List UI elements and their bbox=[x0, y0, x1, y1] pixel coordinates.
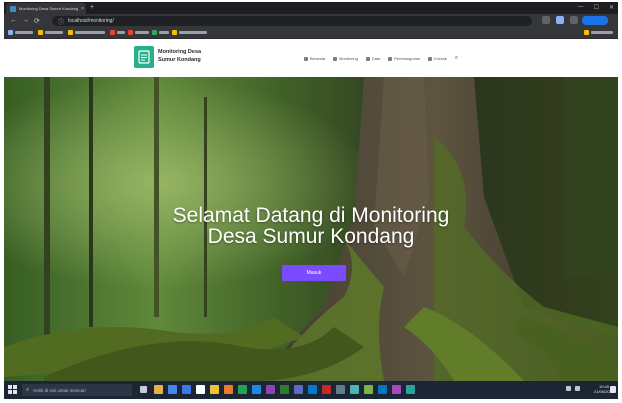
folder-icon bbox=[584, 30, 589, 35]
taskbar-search-input[interactable]: ⌕ Ketik di sini untuk mencari bbox=[22, 384, 132, 396]
system-tray bbox=[566, 386, 580, 391]
notification-icon[interactable] bbox=[610, 386, 616, 393]
browser-tab[interactable]: Monitoring Desa Sumur Kondang × bbox=[6, 3, 86, 14]
address-bar[interactable]: ⓘ localhost/monitoring/ bbox=[52, 16, 532, 26]
browser-tabstrip: Monitoring Desa Sumur Kondang × + — ☐ ✕ bbox=[4, 2, 618, 14]
bookmark-icon bbox=[152, 30, 157, 35]
bookmark-item[interactable] bbox=[128, 30, 149, 35]
monitor-icon bbox=[333, 56, 338, 61]
file-explorer-icon[interactable] bbox=[154, 385, 163, 394]
nav-item-pembangunan[interactable]: Pembangunan bbox=[388, 56, 420, 61]
app-icon[interactable] bbox=[322, 385, 331, 394]
window-controls: — ☐ ✕ bbox=[578, 4, 614, 11]
site-brand[interactable]: Monitoring Desa Sumur Kondang bbox=[158, 48, 201, 64]
new-tab-button[interactable]: + bbox=[90, 4, 94, 11]
cta-button[interactable]: Masuk bbox=[282, 265, 346, 281]
address-url[interactable]: localhost/monitoring/ bbox=[68, 18, 114, 24]
bookmarks-bar bbox=[4, 28, 618, 39]
extension-icon[interactable] bbox=[542, 16, 550, 24]
app-icon[interactable] bbox=[294, 385, 303, 394]
favicon-icon bbox=[10, 5, 16, 12]
site-nav: Beranda Monitoring Data Pembangunan Kont… bbox=[304, 55, 458, 62]
tab-close-icon[interactable]: × bbox=[81, 6, 84, 12]
folder-icon[interactable] bbox=[210, 385, 219, 394]
hero-title-line-1: Selamat Datang di Monitoring bbox=[172, 204, 450, 227]
maximize-button[interactable]: ☐ bbox=[594, 4, 599, 11]
taskbar-search-placeholder: Ketik di sini untuk mencari bbox=[33, 387, 86, 393]
taskbar: ⌕ Ketik di sini untuk mencari 10:45 21/0… bbox=[4, 381, 618, 399]
store-icon[interactable] bbox=[196, 385, 205, 394]
bookmark-item[interactable] bbox=[110, 30, 125, 35]
tab-title: Monitoring Desa Sumur Kondang bbox=[19, 6, 79, 11]
bookmark-icon bbox=[128, 30, 133, 35]
bookmark-icon bbox=[110, 30, 115, 35]
app-icon[interactable] bbox=[378, 385, 387, 394]
search-icon[interactable]: ⌕ bbox=[455, 55, 458, 62]
app-icon[interactable] bbox=[238, 385, 247, 394]
hero-title: Selamat Datang di Monitoring Desa Sumur … bbox=[4, 205, 618, 247]
extension-icon[interactable] bbox=[570, 16, 578, 24]
brand-line-1: Monitoring Desa bbox=[158, 49, 202, 55]
app-icon[interactable] bbox=[336, 385, 345, 394]
extension-icon[interactable] bbox=[556, 16, 564, 24]
apps-icon bbox=[8, 30, 13, 35]
bookmark-icon bbox=[68, 30, 73, 35]
nav-item-kontak[interactable]: Kontak bbox=[428, 56, 447, 61]
screen: Monitoring Desa Sumur Kondang × + — ☐ ✕ … bbox=[4, 2, 618, 399]
edge-icon[interactable] bbox=[182, 385, 191, 394]
brand-line-2: Sumur Kondang bbox=[158, 57, 201, 63]
home-icon bbox=[304, 56, 308, 61]
nav-item-data[interactable]: Data bbox=[365, 56, 380, 61]
site-header: Monitoring Desa Sumur Kondang Beranda Mo… bbox=[4, 39, 618, 77]
hero-section: Selamat Datang di Monitoring Desa Sumur … bbox=[4, 77, 618, 381]
build-icon bbox=[388, 56, 393, 61]
app-icon[interactable] bbox=[266, 385, 275, 394]
bookmark-item[interactable] bbox=[584, 30, 613, 35]
contact-icon bbox=[428, 56, 433, 61]
data-icon bbox=[365, 56, 370, 61]
bookmark-icon bbox=[172, 30, 177, 35]
bookmark-item[interactable] bbox=[8, 30, 33, 35]
start-button[interactable] bbox=[8, 385, 17, 394]
site-info-icon[interactable]: ⓘ bbox=[58, 17, 64, 26]
app-icon[interactable] bbox=[224, 385, 233, 394]
app-icon[interactable] bbox=[406, 385, 415, 394]
bookmark-icon bbox=[38, 30, 43, 35]
vscode-icon[interactable] bbox=[308, 385, 317, 394]
app-icon[interactable] bbox=[364, 385, 373, 394]
task-view-icon[interactable] bbox=[140, 386, 147, 393]
bookmark-item[interactable] bbox=[68, 30, 105, 35]
network-icon[interactable] bbox=[566, 386, 571, 391]
volume-icon[interactable] bbox=[575, 386, 580, 391]
nav-item-beranda[interactable]: Beranda bbox=[304, 56, 325, 61]
bookmark-item[interactable] bbox=[38, 30, 63, 35]
hero-title-line-2: Desa Sumur Kondang bbox=[207, 225, 415, 248]
app-icon[interactable] bbox=[280, 385, 289, 394]
browser-toolbar: ← → ⟳ ⓘ localhost/monitoring/ bbox=[4, 14, 618, 28]
profile-button[interactable] bbox=[582, 16, 608, 25]
search-icon: ⌕ bbox=[26, 386, 30, 393]
forward-button[interactable]: → bbox=[22, 17, 29, 24]
app-icon[interactable] bbox=[252, 385, 261, 394]
app-icon[interactable] bbox=[350, 385, 359, 394]
web-page: Monitoring Desa Sumur Kondang Beranda Mo… bbox=[4, 39, 618, 381]
chrome-icon[interactable] bbox=[168, 385, 177, 394]
close-window-button[interactable]: ✕ bbox=[609, 4, 614, 11]
logo-icon[interactable] bbox=[134, 46, 154, 68]
reload-button[interactable]: ⟳ bbox=[34, 17, 40, 25]
minimize-button[interactable]: — bbox=[578, 4, 584, 11]
bookmark-item[interactable] bbox=[152, 30, 169, 35]
nav-item-monitoring[interactable]: Monitoring bbox=[333, 56, 358, 61]
app-icon[interactable] bbox=[392, 385, 401, 394]
back-button[interactable]: ← bbox=[10, 17, 17, 24]
bookmark-item[interactable] bbox=[172, 30, 207, 35]
